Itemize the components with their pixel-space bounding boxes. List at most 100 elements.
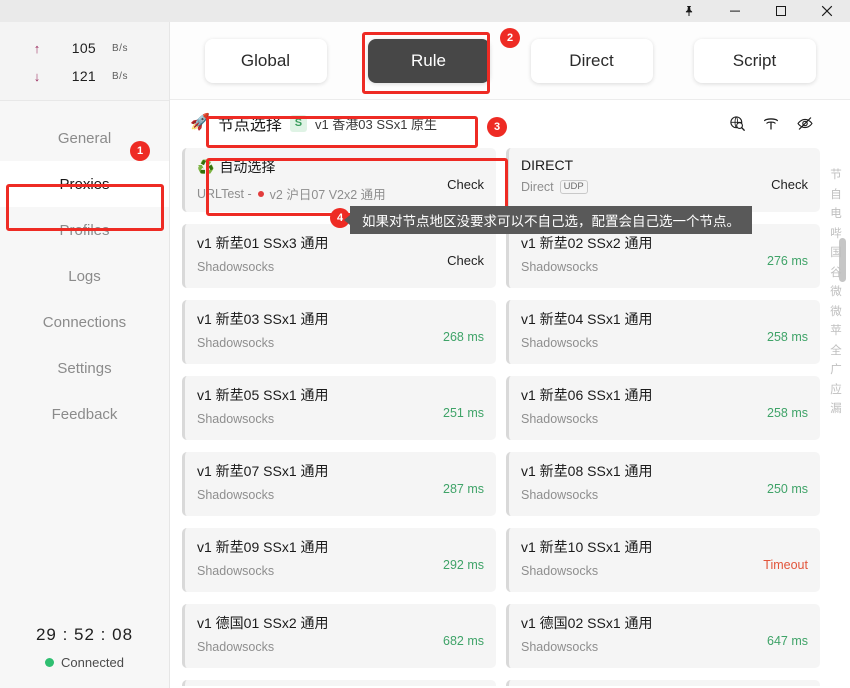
recycle-icon: ♻️ [197,158,215,175]
group-selected-node: v1 香港03 SSx1 原生 [314,116,438,132]
rail-group-shortcut[interactable]: 国 [830,247,842,260]
proxy-card-title-row: v1 新坓04 SSx1 通用 [521,309,759,329]
proxy-card[interactable]: v1 德国02 SSx1 通用 Shadowsocks 647 ms [506,604,820,668]
proxy-card-title-row: DIRECT [521,157,763,173]
proxy-card[interactable]: DIRECT Direct UDP Check [506,148,820,212]
pin-icon[interactable] [666,0,712,22]
rail-group-shortcut[interactable]: 全 [830,345,842,358]
rail-group-shortcut[interactable]: 微 [830,286,842,299]
latency-value: 276 ms [767,253,808,268]
rocket-icon: 🚀 [190,114,210,131]
proxy-card[interactable]: v1 德国03 SSx1 通用Shadowsocks669 ms [182,680,496,686]
mode-button-rule[interactable]: Rule [367,38,490,83]
proxy-card[interactable]: v1 新坓04 SSx1 通用 Shadowsocks 258 ms [506,300,820,364]
proxy-card-body: v1 新坓03 SSx1 通用 Shadowsocks [197,309,435,364]
upload-speed-unit: B/s [112,42,128,54]
proxy-card-body: DIRECT Direct UDP [521,157,763,212]
proxy-card[interactable]: v1 新坓05 SSx1 通用 Shadowsocks 251 ms [182,376,496,440]
proxy-card-subtitle-row: Shadowsocks [197,564,435,578]
rail-group-shortcut[interactable]: 电 [830,208,842,221]
auto-select-card[interactable]: ♻️ 自动选择 URLTest - v2 沪日07 V2x2 通用 Check [182,148,496,212]
check-latency-button[interactable]: Check [439,177,484,192]
proxy-card-type: Shadowsocks [521,412,599,426]
check-latency-button[interactable]: Check [439,253,484,268]
sidebar-item-settings[interactable]: Settings [0,345,169,391]
sidebar-item-label: Proxies [59,175,110,193]
rail-group-shortcut[interactable]: 广 [830,364,842,377]
signal-test-icon[interactable] [762,115,780,132]
proxy-card[interactable]: v1 德国01 SSx2 通用 Shadowsocks 682 ms [182,604,496,668]
proxy-card[interactable]: v1 新坓08 SSx1 通用 Shadowsocks 250 ms [506,452,820,516]
proxy-card-title: v1 新坓07 SSx1 通用 [197,463,329,479]
proxy-card-body: v1 新坓04 SSx1 通用 Shadowsocks [521,309,759,364]
latency-value: 258 ms [767,405,808,420]
proxy-card-type: Shadowsocks [521,640,599,654]
minimize-button[interactable] [712,0,758,22]
group-header[interactable]: 🚀 节点选择 S v1 香港03 SSx1 原生 [170,100,850,146]
proxy-card[interactable]: v1 新坓06 SSx1 通用 Shadowsocks 258 ms [506,376,820,440]
annotation-badge-3: 3 [487,117,507,137]
proxy-card[interactable]: v1 新坓10 SSx1 通用 Shadowsocks Timeout [506,528,820,592]
mode-button-global[interactable]: Global [204,38,327,83]
sidebar-item-label: Feedback [51,405,118,423]
proxy-card-body: v1 新坓07 SSx1 通用 Shadowsocks [197,461,435,516]
proxy-card[interactable]: v1 新坓09 SSx1 通用 Shadowsocks 292 ms [182,528,496,592]
proxy-card-type: Shadowsocks [197,336,275,350]
sidebar-footer: 29 : 52 : 08 Connected [0,625,169,688]
sidebar-item-logs[interactable]: Logs [0,253,169,299]
proxy-card[interactable]: v1 新坓03 SSx1 通用 Shadowsocks 268 ms [182,300,496,364]
proxy-card-title: v1 新坓08 SSx1 通用 [521,463,653,479]
udp-tag: UDP [559,180,588,195]
rail-group-shortcut[interactable]: 漏 [830,403,842,416]
proxy-card-title: v1 新坓02 SSx2 通用 [521,235,653,251]
proxy-card-subtitle-row: Shadowsocks [197,412,435,426]
sidebar-item-label: Settings [57,359,112,377]
proxy-card-title-row: v1 新坓10 SSx1 通用 [521,537,755,557]
status-dot-icon [45,658,55,667]
hint-tooltip-text: 如果对节点地区没要求可以不自己选，配置会自己选一个节点。 [362,214,740,229]
proxy-card[interactable]: v1 德国04 SSx1 通用Shadowsocks643 ms [506,680,820,686]
sidebar-item-proxies[interactable]: Proxies [0,161,169,207]
sidebar-item-feedback[interactable]: Feedback [0,391,169,437]
mode-button-script[interactable]: Script [693,38,816,83]
group-header-info[interactable]: 🚀 节点选择 S v1 香港03 SSx1 原生 [186,107,445,139]
proxy-card-type: Direct [521,180,554,195]
sidebar-item-connections[interactable]: Connections [0,299,169,345]
sidebar-item-label: Logs [68,267,101,285]
rail-group-shortcut[interactable]: 苹 [830,325,842,338]
latency-value: 268 ms [443,329,484,344]
proxy-card-type: Shadowsocks [521,336,599,350]
proxy-card-subtitle-row: Direct UDP [521,180,763,195]
mode-button-direct[interactable]: Direct [530,38,653,83]
rail-group-shortcut[interactable]: 哔 [830,228,842,241]
proxy-card-title: DIRECT [521,157,574,173]
hint-tooltip: 如果对节点地区没要求可以不自己选，配置会自己选一个节点。 [344,206,752,234]
group-title: 节点选择 [217,117,282,134]
sidebar-item-profiles[interactable]: Profiles [0,207,169,253]
globe-search-icon[interactable] [729,115,746,132]
proxy-card-title-row: v1 新坓05 SSx1 通用 [197,385,435,405]
maximize-button[interactable] [758,0,804,22]
proxy-card-subtitle-row: Shadowsocks [197,640,435,654]
rail-group-shortcut[interactable]: 谷 [830,267,842,280]
eye-off-icon[interactable] [796,115,814,132]
proxy-card-subtitle-row: Shadowsocks [521,336,759,350]
rail-group-shortcut[interactable]: 节 [830,169,842,182]
sidebar-item-label: Profiles [59,221,110,239]
download-speed-unit: B/s [112,70,128,82]
close-button[interactable] [804,0,850,22]
rail-group-shortcut[interactable]: 自 [830,189,842,202]
check-latency-button[interactable]: Check [763,177,808,192]
proxy-card-type: Shadowsocks [521,260,599,274]
proxy-card-subtitle-row: Shadowsocks [521,488,759,502]
proxy-card-title: v1 新坓03 SSx1 通用 [197,311,329,327]
rail-group-shortcut[interactable]: 微 [830,306,842,319]
proxy-card[interactable]: v1 新坓07 SSx1 通用 Shadowsocks 287 ms [182,452,496,516]
proxy-card-subtitle-row: URLTest - v2 沪日07 V2x2 通用 [197,184,439,203]
proxy-card-subtitle-row: Shadowsocks [197,488,435,502]
proxy-card-body: v1 新坓10 SSx1 通用 Shadowsocks [521,537,755,592]
rail-group-shortcut[interactable]: 应 [830,384,842,397]
proxy-card-title-row: v1 新坓02 SSx2 通用 [521,233,759,253]
connection-status-label: Connected [61,655,124,670]
upload-arrow-icon: ↑ [33,40,41,56]
